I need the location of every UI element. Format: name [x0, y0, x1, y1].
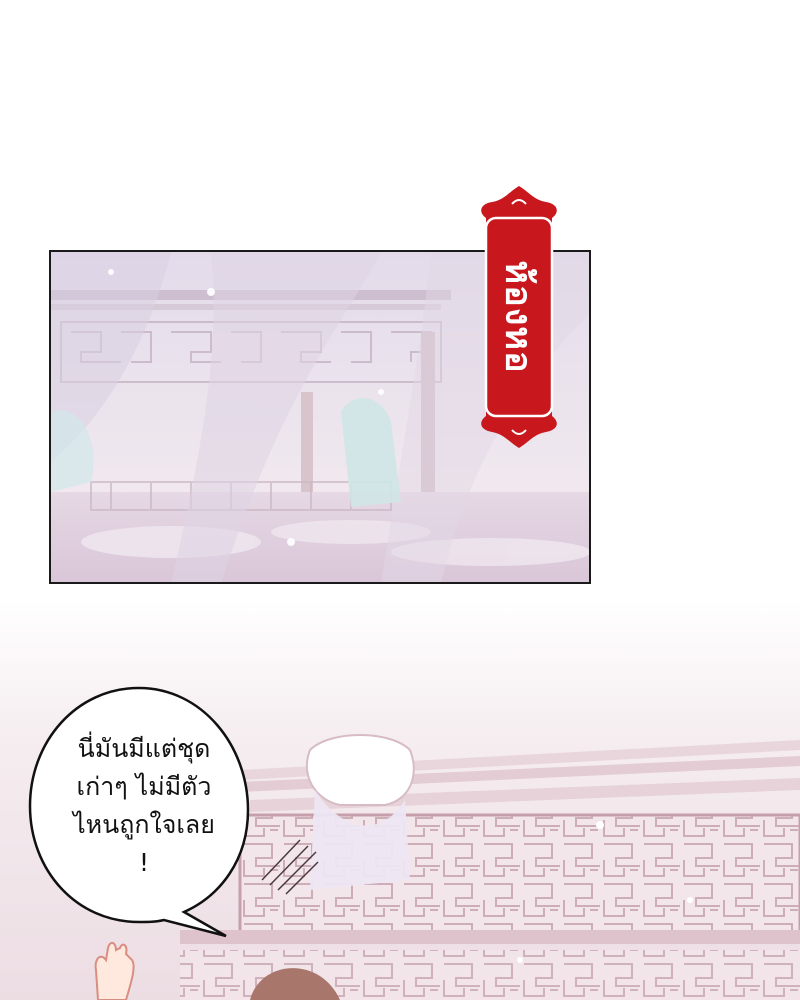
- location-sign-text: ห้องหอ: [497, 260, 539, 374]
- speech-line: นี่มันมีแต่ชุด: [77, 734, 211, 763]
- speech-line: เก่าๆ ไม่มีตัว: [76, 772, 212, 801]
- comic-page: ห้องหอ นี่มันมีแต่ชุด เก่าๆ ไม่มีตัว ไหน…: [0, 0, 800, 1000]
- location-sign: ห้องหอ: [474, 186, 564, 448]
- speech-line: ไหนถูกใจเลย: [73, 810, 215, 839]
- speech-line: !: [138, 848, 150, 877]
- speech-bubble-text: นี่มันมีแต่ชุด เก่าๆ ไม่มีตัว ไหนถูกใจเล…: [44, 730, 244, 882]
